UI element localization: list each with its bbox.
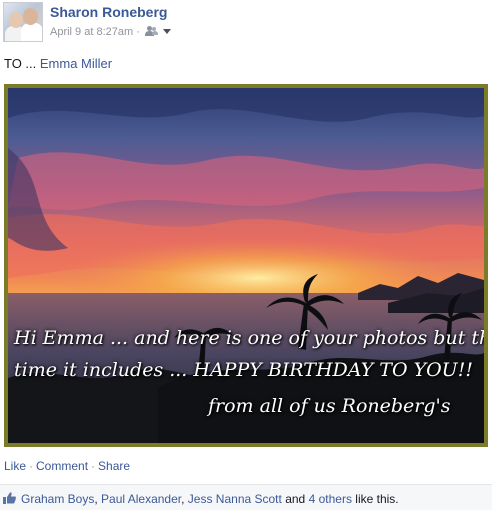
post-header: Sharon Roneberg April 9 at 8:27am · — [0, 0, 492, 46]
caret-down-icon[interactable] — [163, 29, 172, 34]
post-photo[interactable]: Hi Emma ... and here is one of your phot… — [4, 84, 488, 447]
avatar-face-left — [9, 12, 23, 28]
caption-line-2: time it includes ... HAPPY BIRTHDAY TO Y… — [14, 359, 473, 381]
others-likers-link[interactable]: 4 others — [309, 492, 352, 506]
action-separator: · — [91, 459, 96, 473]
post-actions: Like · Comment · Share — [4, 459, 130, 473]
likes-suffix: like this. — [355, 492, 399, 506]
like-link[interactable]: Like — [4, 459, 26, 473]
sunset-photo: Hi Emma ... and here is one of your phot… — [8, 88, 484, 443]
author-name-link[interactable]: Sharon Roneberg — [50, 4, 167, 21]
likes-and: and — [285, 492, 306, 506]
photo-scene — [8, 88, 484, 443]
avatar-face-right — [23, 8, 38, 25]
author-avatar[interactable] — [3, 2, 43, 42]
post-text-prefix: TO ... — [4, 56, 40, 71]
caption-line-1: Hi Emma ... and here is one of your phot… — [14, 327, 484, 349]
liker-comma: , — [181, 492, 185, 506]
liker-link[interactable]: Paul Alexander — [101, 492, 181, 506]
liker-comma: , — [94, 492, 98, 506]
comment-link[interactable]: Comment — [36, 459, 88, 473]
likes-text: Graham Boys, Paul Alexander, Jess Nanna … — [21, 492, 399, 506]
avatar-figure-right — [21, 23, 42, 41]
likes-summary: Graham Boys, Paul Alexander, Jess Nanna … — [0, 484, 492, 510]
post-text: TO ... Emma Miller — [4, 56, 112, 72]
share-link[interactable]: Share — [98, 459, 130, 473]
post-meta: April 9 at 8:27am · — [50, 26, 172, 39]
post-timestamp[interactable]: April 9 at 8:27am — [50, 26, 133, 38]
tagged-user-link[interactable]: Emma Miller — [40, 56, 112, 71]
liker-link[interactable]: Graham Boys — [21, 492, 94, 506]
meta-separator: · — [136, 26, 140, 38]
thumbs-up-icon — [3, 492, 16, 504]
caption-line-3: from all of us Roneberg's — [208, 395, 451, 417]
liker-link[interactable]: Jess Nanna Scott — [188, 492, 282, 506]
action-separator: · — [29, 459, 34, 473]
friends-icon[interactable] — [144, 26, 158, 37]
